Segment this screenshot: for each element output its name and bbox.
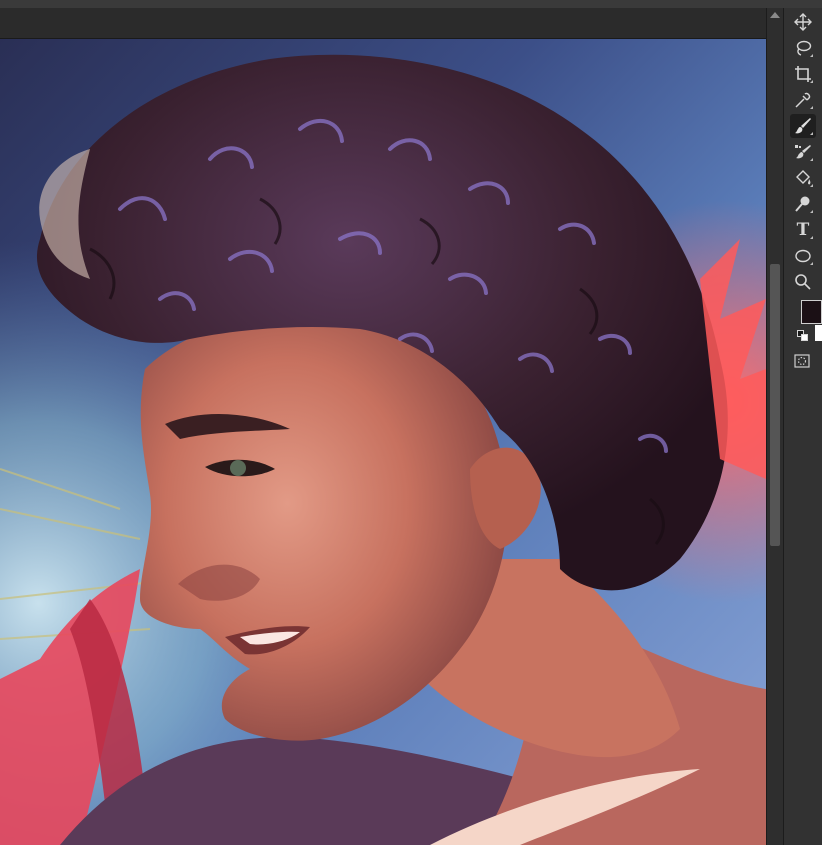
tool-flyout-indicator (810, 210, 813, 213)
vertical-scrollbar[interactable] (766, 8, 783, 845)
tool-flyout-indicator (810, 184, 813, 187)
document-tab-bar (0, 8, 766, 39)
zoom-tool[interactable] (790, 270, 816, 294)
scroll-up-arrow-icon[interactable] (770, 12, 780, 18)
tool-flyout-indicator (810, 80, 813, 83)
lasso-tool[interactable] (790, 36, 816, 60)
tool-flyout-indicator (810, 132, 813, 135)
move-icon (794, 13, 812, 31)
tool-flyout-indicator (810, 158, 813, 161)
tool-flyout-indicator (810, 54, 813, 57)
crop-tool[interactable] (790, 62, 816, 86)
zoom-icon (795, 274, 811, 290)
mixer-brush-tool[interactable] (790, 140, 816, 164)
document-canvas[interactable] (0, 39, 766, 845)
scrollbar-thumb[interactable] (770, 264, 780, 546)
move-tool[interactable] (790, 10, 816, 34)
type-tool[interactable]: T (790, 218, 816, 242)
artwork-portrait (0, 39, 766, 845)
default-colors-icon[interactable] (797, 330, 809, 342)
background-color-swatch[interactable] (815, 325, 822, 341)
eyedropper-tool[interactable] (790, 88, 816, 112)
quick-mask-icon[interactable] (794, 353, 810, 369)
tool-flyout-indicator (810, 236, 813, 239)
tool-flyout-indicator (810, 262, 813, 265)
tool-flyout-indicator (810, 106, 813, 109)
type-icon: T (796, 219, 810, 240)
top-bar (0, 0, 822, 8)
tools-panel: T (783, 8, 822, 845)
paint-bucket-tool[interactable] (790, 166, 816, 190)
foreground-color-swatch[interactable] (801, 300, 822, 324)
brush-tool[interactable] (790, 114, 816, 138)
ellipse-tool[interactable] (790, 244, 816, 268)
dodge-tool[interactable] (790, 192, 816, 216)
